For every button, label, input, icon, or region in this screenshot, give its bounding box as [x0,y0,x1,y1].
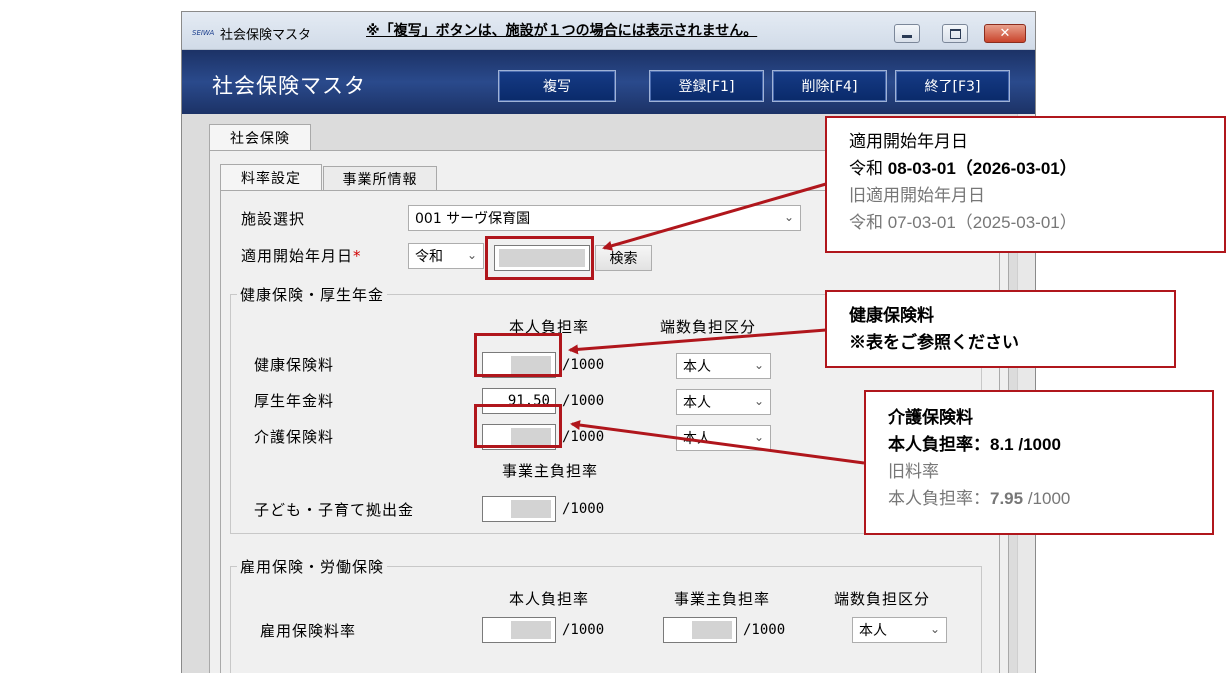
callout-care-new-value: 8.1 /1000 [990,435,1061,454]
callout-date-old-title: 旧適用開始年月日 [849,186,985,205]
callout-care-new: 本人負担率：8.1 /1000 [888,431,1190,458]
callout-care-old: 本人負担率：7.95 /1000 [888,485,1190,512]
callout-care-title: 介護保険料 [888,408,973,427]
arrow-health [568,328,827,355]
callout-health-title: 健康保険料 [849,306,934,325]
callout-care-new-prefix: 本人負担率： [888,435,990,454]
callout-care-old-prefix: 本人負担率： [888,489,990,508]
callout-date-new-prefix: 令和 [849,159,888,178]
callout-care-old-title: 旧料率 [888,462,939,481]
callout-start-date: 適用開始年月日 令和 08-03-01（2026-03-01） 旧適用開始年月日… [825,116,1226,253]
callout-date-old: 令和 07-03-01（2025-03-01） [849,213,1077,232]
arrow-care [570,420,865,465]
callout-health-note: ※表をご参照ください [849,333,1019,352]
callout-care-old-suffix: /1000 [1023,489,1071,508]
callout-date-new: 令和 08-03-01（2026-03-01） [849,155,1202,182]
arrow-date [602,182,827,251]
callout-care-insurance: 介護保険料 本人負担率：8.1 /1000 旧料率 本人負担率：7.95 /10… [864,390,1214,535]
callout-health-insurance: 健康保険料 ※表をご参照ください [825,290,1176,368]
callout-care-old-value: 7.95 [990,489,1024,508]
callout-date-title: 適用開始年月日 [849,132,968,151]
callout-date-new-value: 08-03-01（2026-03-01） [887,159,1077,178]
